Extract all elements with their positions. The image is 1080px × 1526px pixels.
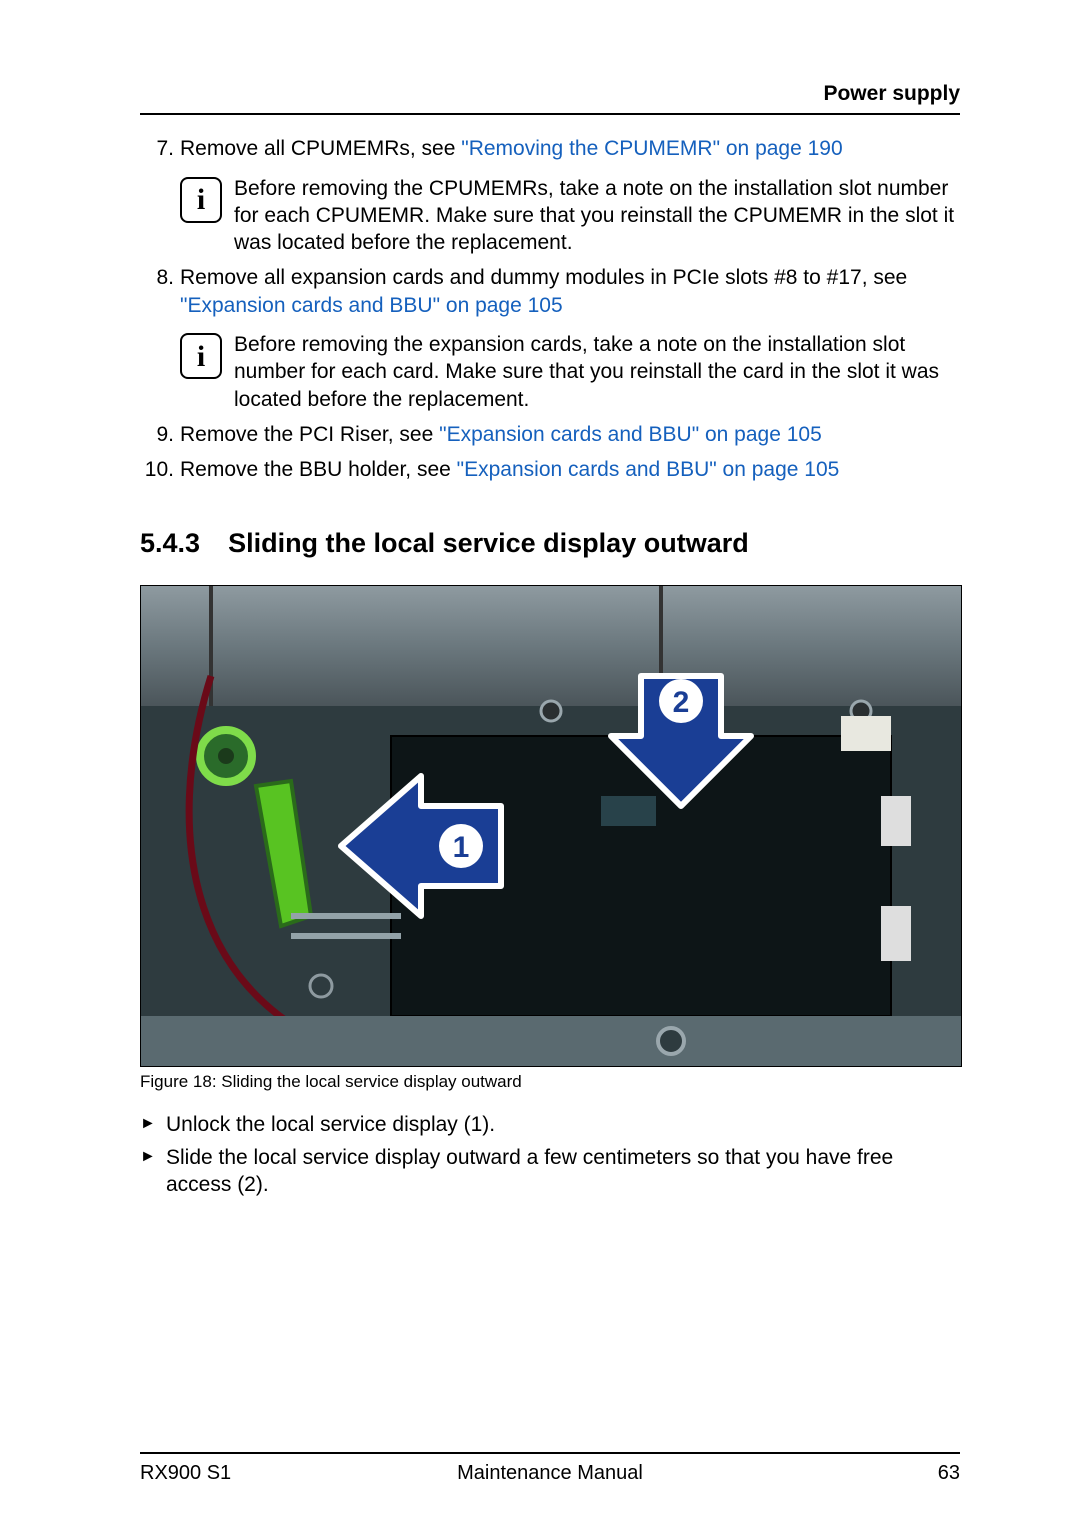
step-number: 9. [140,421,180,448]
step-7: 7. Remove all CPUMEMRs, see "Removing th… [140,135,960,162]
page-header: Power supply [140,80,960,115]
figure-illustration: 2 1 [140,585,962,1067]
footer-doctitle: Maintenance Manual [413,1460,686,1486]
info-box: i Before removing the CPUMEMRs, take a n… [180,175,960,257]
triangle-marker-icon: ► [140,1144,166,1168]
info-text: Before removing the expansion cards, tak… [234,331,960,413]
action-item: ► Unlock the local service display (1). [140,1111,960,1138]
callout-number-1: 1 [453,831,470,864]
step-number: 10. [140,456,180,483]
triangle-marker-icon: ► [140,1111,166,1135]
step-text: Remove the PCI Riser, see [180,423,439,446]
figure-caption: Figure 18: Sliding the local service dis… [140,1071,960,1093]
step-body: Remove all expansion cards and dummy mod… [180,264,960,319]
header-title: Power supply [823,82,960,105]
step-number: 8. [140,264,180,291]
action-text: Slide the local service display outward … [166,1144,960,1199]
callout-number-2: 2 [673,686,690,719]
footer-product: RX900 S1 [140,1460,413,1486]
info-text: Before removing the CPUMEMRs, take a not… [234,175,960,257]
step-8: 8. Remove all expansion cards and dummy … [140,264,960,319]
action-text: Unlock the local service display (1). [166,1111,960,1138]
numbered-steps: 8. Remove all expansion cards and dummy … [140,264,960,327]
page-footer: RX900 S1 Maintenance Manual 63 [140,1452,960,1486]
cross-ref-link[interactable]: "Expansion cards and BBU" on page 105 [180,294,563,317]
section-number: 5.4.3 [140,526,200,561]
step-body: Remove the BBU holder, see "Expansion ca… [180,456,960,483]
numbered-steps: 9. Remove the PCI Riser, see "Expansion … [140,421,960,492]
page: Power supply 7. Remove all CPUMEMRs, see… [0,0,1080,1526]
action-item: ► Slide the local service display outwar… [140,1144,960,1199]
step-text: Remove the BBU holder, see [180,458,457,481]
info-box: i Before removing the expansion cards, t… [180,331,960,413]
section-heading: 5.4.3 Sliding the local service display o… [140,526,960,561]
step-9: 9. Remove the PCI Riser, see "Expansion … [140,421,960,448]
action-list: ► Unlock the local service display (1). … [140,1111,960,1205]
cross-ref-link[interactable]: "Expansion cards and BBU" on page 105 [439,423,822,446]
info-icon: i [180,177,222,223]
step-text: Remove all expansion cards and dummy mod… [180,266,907,289]
figure-18: 2 1 Figure 18: Sliding the local service… [140,585,960,1111]
numbered-steps: 7. Remove all CPUMEMRs, see "Removing th… [140,135,960,170]
cross-ref-link[interactable]: "Expansion cards and BBU" on page 105 [457,458,840,481]
step-10: 10. Remove the BBU holder, see "Expansio… [140,456,960,483]
cross-ref-link[interactable]: "Removing the CPUMEMR" on page 190 [461,137,842,160]
step-text: Remove all CPUMEMRs, see [180,137,461,160]
footer-page-number: 63 [687,1460,960,1486]
step-number: 7. [140,135,180,162]
step-body: Remove all CPUMEMRs, see "Removing the C… [180,135,960,162]
section-title: Sliding the local service display outwar… [228,528,749,558]
info-icon: i [180,333,222,379]
step-body: Remove the PCI Riser, see "Expansion car… [180,421,960,448]
